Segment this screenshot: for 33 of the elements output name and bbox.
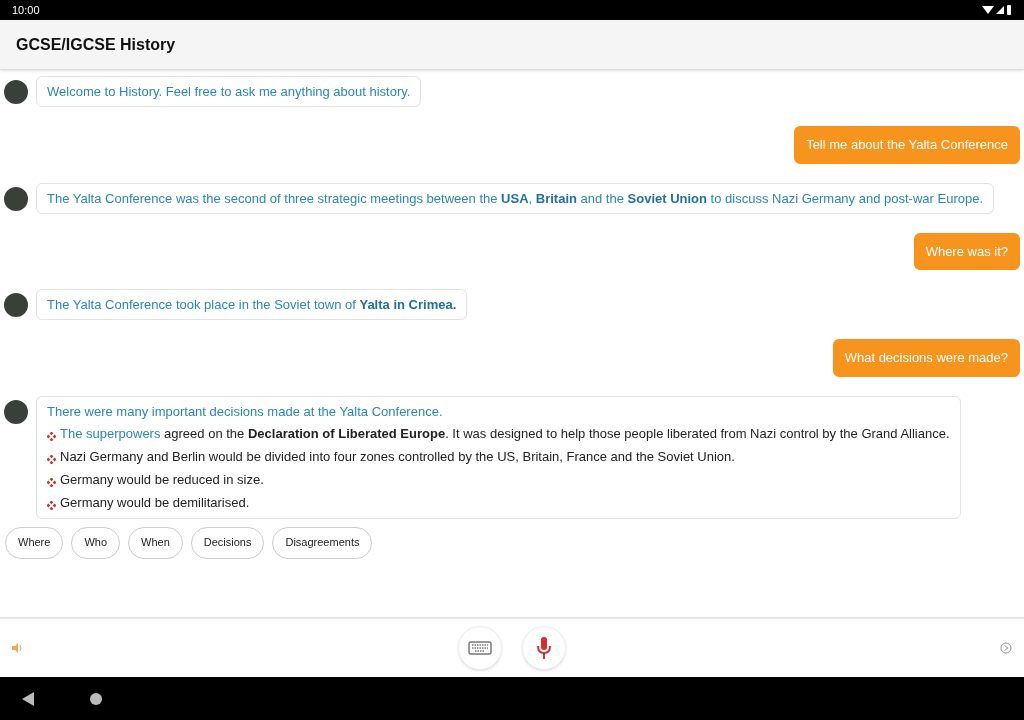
- microphone-icon: [536, 637, 551, 659]
- avatar: [4, 293, 28, 317]
- avatar: [4, 186, 28, 211]
- bot-message: The Yalta Conference took place in the Soviet town of Yalta in Crimea.: [47, 298, 457, 311]
- bullet-text: Nazi Germany and Berlin would be divided into four zones controlled by the US, Britain, France and the Soviet Union.: [60, 449, 735, 463]
- user-message: What decisions were made?: [832, 339, 1020, 377]
- bullet-text: Germany would be demilitarised.: [60, 495, 250, 509]
- suggestion-chip[interactable]: Where: [5, 526, 64, 559]
- bullet-icon: [47, 431, 56, 441]
- avatar: [4, 399, 28, 424]
- home-icon[interactable]: [90, 692, 102, 705]
- status-time: 10:00: [12, 2, 40, 18]
- suggestion-chip[interactable]: When: [128, 526, 183, 559]
- bullet-text: The superpowers agreed on the Declaration of Liberated Europe. It was designed to help those people liberated from Nazi control by the Grand Alliance.: [60, 426, 950, 440]
- bullet-icon: [47, 477, 56, 487]
- suggestion-chip[interactable]: Who: [71, 526, 121, 559]
- avatar: [4, 80, 28, 104]
- back-icon[interactable]: [22, 691, 34, 706]
- bullet-text: Germany would be reduced in size.: [60, 472, 264, 486]
- keyboard-icon: [467, 641, 492, 655]
- user-message: Tell me about the Yalta Conference: [794, 126, 1020, 164]
- bot-message: There were many important decisions made at the Yalta Conference.: [47, 404, 444, 418]
- bot-message: Welcome to History. Feel free to ask me anything about history.: [47, 85, 411, 98]
- bullet-icon: [47, 454, 56, 464]
- suggestion-chip[interactable]: Disagreements: [272, 526, 373, 559]
- microphone-button[interactable]: [521, 626, 566, 670]
- user-message: Where was it?: [913, 232, 1020, 270]
- status-icons: [982, 5, 1012, 15]
- keyboard-button[interactable]: [457, 626, 502, 670]
- bot-message: The Yalta Conference was the second of three strategic meetings between the USA, Britain and the Soviet Union to discuss Nazi Germany and post-war Europe.: [47, 191, 983, 205]
- app-title: GCSE/IGCSE History: [16, 34, 176, 55]
- suggestion-chip[interactable]: Decisions: [190, 526, 265, 559]
- bullet-icon: [47, 500, 56, 510]
